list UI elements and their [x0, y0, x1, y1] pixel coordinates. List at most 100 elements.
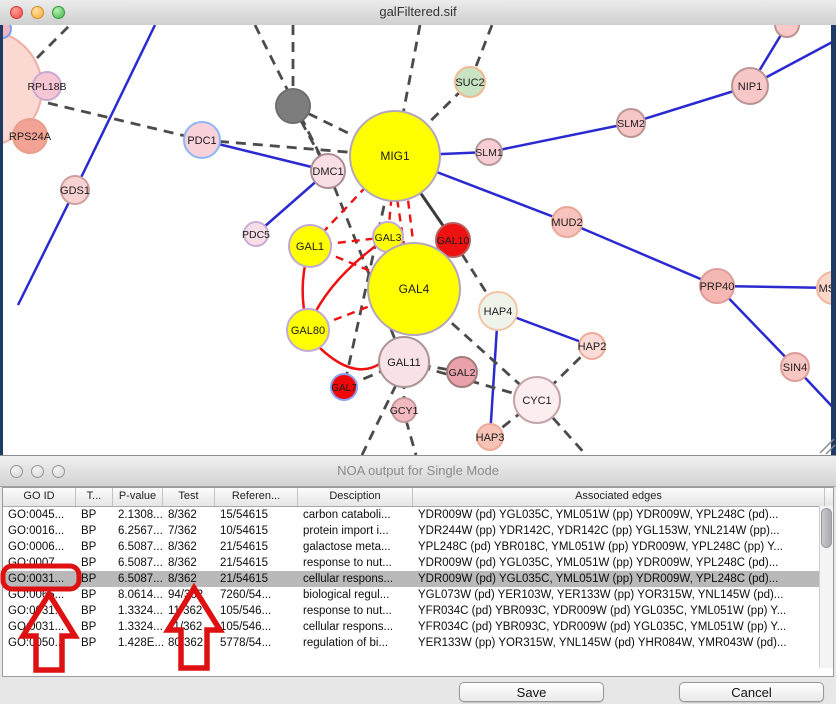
table-row[interactable]: GO:0016...BP6.2567...7/36210/54615protei… [3, 523, 833, 539]
node-CYC1[interactable] [514, 377, 560, 423]
table-cell: 1.3324... [113, 619, 163, 635]
save-button[interactable]: Save [459, 682, 604, 702]
table-row[interactable]: GO:0006...BP6.5087...8/36221/54615galact… [3, 539, 833, 555]
noa-footer: Save Cancel [0, 677, 836, 704]
node-SLM2[interactable] [617, 109, 645, 137]
network-edge[interactable] [48, 103, 202, 140]
node-MUD2[interactable] [552, 207, 582, 237]
table-cell: 6.2567... [113, 523, 163, 539]
table-cell: 15/54615 [215, 507, 298, 523]
node-GDS1[interactable] [61, 176, 89, 204]
node-NIP1[interactable] [732, 68, 768, 104]
table-cell: GO:0031... [3, 571, 76, 587]
table-scrollbar[interactable] [819, 506, 833, 668]
noa-output-window: NOA output for Single Mode GO IDT...P-va… [0, 455, 836, 704]
node-GAL1[interactable] [289, 225, 331, 267]
node-GCY1[interactable] [392, 398, 416, 422]
table-cell: 8/362 [163, 507, 215, 523]
node-RPL18B[interactable] [33, 72, 61, 100]
network-edge[interactable] [75, 25, 155, 190]
table-cell: BP [76, 619, 113, 635]
table-cell: 21/54615 [215, 571, 298, 587]
noa-titlebar: NOA output for Single Mode [0, 456, 836, 487]
table-cell: 105/546... [215, 619, 298, 635]
node-MIG1[interactable] [350, 111, 440, 201]
table-cell: 6.5087... [113, 571, 163, 587]
table-cell: 80/362 [163, 635, 215, 651]
node-SUC2[interactable] [455, 67, 485, 97]
table-cell: 10/54615 [215, 523, 298, 539]
node-unlabeled[interactable] [775, 25, 799, 37]
node-HAP4[interactable] [479, 292, 517, 330]
node-HAP3[interactable] [477, 424, 503, 450]
network-edge[interactable] [489, 123, 631, 152]
table-cell: 7/362 [163, 523, 215, 539]
table-cell: 8/362 [163, 571, 215, 587]
node-GAL2[interactable] [447, 357, 477, 387]
column-header-3[interactable]: P-value [113, 488, 163, 506]
node-RPS24A[interactable] [13, 119, 47, 153]
node-SLM1[interactable] [476, 139, 502, 165]
column-header-7[interactable]: Associated edges [413, 488, 825, 506]
column-header-1[interactable]: GO ID [3, 488, 76, 506]
node-GAL80[interactable] [287, 309, 329, 351]
node-GAL7[interactable] [331, 374, 357, 400]
node-SIN4[interactable] [781, 353, 809, 381]
table-cell: YDR244W (pp) YDR142C, YDR142C (pp) YGL15… [413, 523, 825, 539]
network-edge[interactable] [362, 385, 396, 455]
table-row[interactable]: GO:0065...BP8.0614...94/3627260/54...bio… [3, 587, 833, 603]
table-cell: BP [76, 507, 113, 523]
column-header-5[interactable]: Referen... [215, 488, 298, 506]
node-PDC1[interactable] [184, 122, 220, 158]
table-cell: response to nut... [298, 603, 413, 619]
table-cell: YGL073W (pd) YER103W, YER133W (pp) YOR31… [413, 587, 825, 603]
main-window-title: galFiltered.sif [0, 4, 836, 19]
column-header-6[interactable]: Desciption [298, 488, 413, 506]
table-cell: response to nut... [298, 555, 413, 571]
table-row[interactable]: GO:0031...BP1.3324...11/362105/546...res… [3, 603, 833, 619]
table-cell: GO:0016... [3, 523, 76, 539]
network-edge[interactable] [406, 420, 416, 455]
table-cell: BP [76, 587, 113, 603]
table-cell: 6.5087... [113, 555, 163, 571]
table-cell: GO:0031... [3, 619, 76, 635]
network-canvas[interactable]: RPL18BRPS24AGDS1PDC1DMC1MIG1SUC2SLM1SLM2… [0, 25, 836, 455]
table-cell: YDR009W (pd) YGL035C, YML051W (pp) YDR00… [413, 555, 825, 571]
table-row[interactable]: GO:0031...BP6.5087...8/36221/54615cellul… [3, 571, 833, 587]
noa-window-title: NOA output for Single Mode [0, 463, 836, 478]
node-unlabeled[interactable] [276, 89, 310, 123]
table-cell: 1.3324... [113, 603, 163, 619]
table-row[interactable]: GO:0031...BP1.3324...11/362105/546...cel… [3, 619, 833, 635]
network-graph[interactable]: RPL18BRPS24AGDS1PDC1DMC1MIG1SUC2SLM1SLM2… [0, 25, 836, 455]
table-cell: 8/362 [163, 555, 215, 571]
table-cell: galactose meta... [298, 539, 413, 555]
table-cell: protein import i... [298, 523, 413, 539]
network-edge[interactable] [18, 190, 75, 305]
table-cell: cellular respons... [298, 619, 413, 635]
go-results-table: GO IDT...P-valueTestReferen...Desciption… [2, 487, 834, 677]
network-edge[interactable] [567, 222, 717, 286]
network-edge[interactable] [202, 140, 328, 171]
node-GAL4[interactable] [368, 243, 460, 335]
node-HAP2[interactable] [579, 333, 605, 359]
main-titlebar: galFiltered.sif [0, 0, 836, 26]
node-PRP40[interactable] [700, 269, 734, 303]
table-cell: 8.0614... [113, 587, 163, 603]
table-row[interactable]: GO:0007...BP6.5087...8/36221/54615respon… [3, 555, 833, 571]
table-cell: 2.1308... [113, 507, 163, 523]
table-cell: GO:0065... [3, 587, 76, 603]
network-edge[interactable] [553, 418, 586, 455]
column-header-4[interactable]: Test [163, 488, 215, 506]
scrollbar-thumb[interactable] [821, 508, 832, 548]
cancel-button[interactable]: Cancel [679, 682, 824, 702]
node-PDC5[interactable] [244, 222, 268, 246]
table-cell: 11/362 [163, 619, 215, 635]
node-GAL11[interactable] [379, 337, 429, 387]
table-row[interactable]: GO:0050...BP1.428E...80/3625778/54...reg… [3, 635, 833, 651]
table-cell: 21/54615 [215, 555, 298, 571]
table-body: GO:0045...BP2.1308...8/36215/54615carbon… [3, 507, 833, 651]
node-DMC1[interactable] [311, 154, 345, 188]
column-header-2[interactable]: T... [76, 488, 113, 506]
table-row[interactable]: GO:0045...BP2.1308...8/36215/54615carbon… [3, 507, 833, 523]
table-cell: BP [76, 635, 113, 651]
